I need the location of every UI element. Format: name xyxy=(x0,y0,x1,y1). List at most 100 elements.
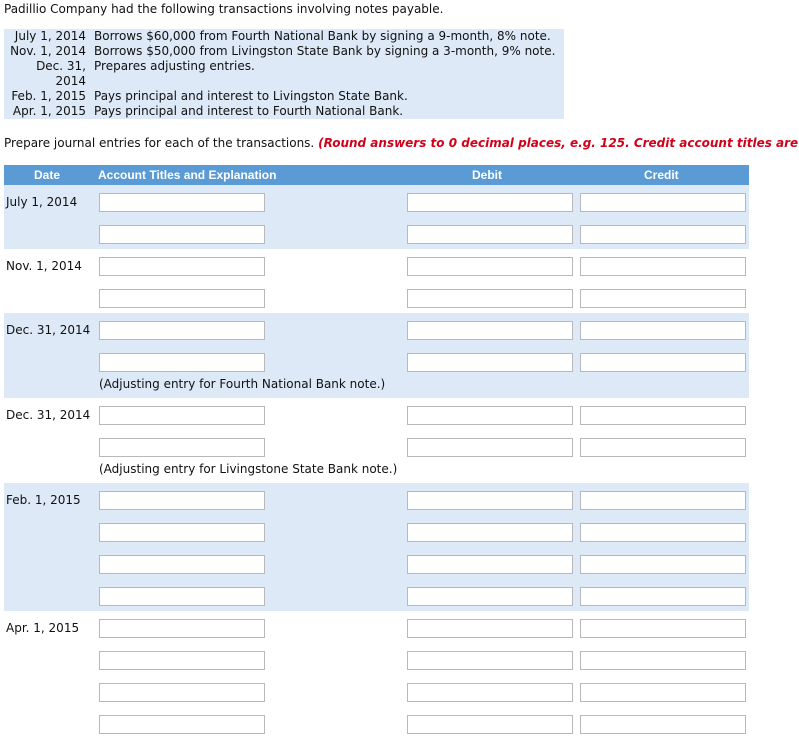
credit-input[interactable] xyxy=(580,491,746,510)
debit-input[interactable] xyxy=(407,289,573,308)
journal-line xyxy=(4,643,749,675)
credit-input[interactable] xyxy=(580,257,746,276)
header-date: Date xyxy=(34,168,61,182)
transaction-description xyxy=(94,74,564,89)
credit-input[interactable] xyxy=(580,555,746,574)
instructions: Prepare journal entries for each of the … xyxy=(4,136,798,150)
transaction-row: Feb. 1, 2015 Pays principal and interest … xyxy=(4,89,564,104)
header-debit: Debit xyxy=(472,168,502,182)
journal-entry-group: Feb. 1, 2015 xyxy=(4,483,749,611)
credit-input[interactable] xyxy=(580,438,746,457)
credit-input[interactable] xyxy=(580,353,746,372)
transaction-description: Borrows $50,000 from Livingston State Ba… xyxy=(94,44,556,58)
debit-input[interactable] xyxy=(407,683,573,702)
transaction-date: Feb. 1, 2015 xyxy=(11,89,86,103)
journal-entry-group: July 1, 2014 xyxy=(4,185,749,249)
instructions-text: Prepare journal entries for each of the … xyxy=(4,136,315,150)
debit-input[interactable] xyxy=(407,193,573,212)
debit-input[interactable] xyxy=(407,651,573,670)
credit-input[interactable] xyxy=(580,715,746,734)
debit-input[interactable] xyxy=(407,225,573,244)
journal-entry-table: Date Account Titles and Explanation Debi… xyxy=(4,165,749,739)
transaction-row: July 1, 2014 Borrows $60,000 from Fourth … xyxy=(4,29,564,44)
journal-entry-group: Apr. 1, 2015 xyxy=(4,611,749,739)
account-title-input[interactable] xyxy=(99,321,265,340)
debit-input[interactable] xyxy=(407,491,573,510)
credit-input[interactable] xyxy=(580,406,746,425)
transaction-description: Pays principal and interest to Fourth Na… xyxy=(94,104,404,118)
debit-input[interactable] xyxy=(407,321,573,340)
debit-input[interactable] xyxy=(407,353,573,372)
account-title-input[interactable] xyxy=(99,353,265,372)
transactions-list: July 1, 2014 Borrows $60,000 from Fourth … xyxy=(4,29,564,119)
journal-entry-group: Dec. 31, 2014 (Adjusting entry for Living… xyxy=(4,398,749,483)
credit-input[interactable] xyxy=(580,523,746,542)
journal-line xyxy=(4,611,749,643)
transaction-description: Pays principal and interest to Livingsto… xyxy=(94,89,408,103)
entry-explanation: (Adjusting entry for Livingstone State B… xyxy=(99,462,398,476)
debit-input[interactable] xyxy=(407,619,573,638)
account-title-input[interactable] xyxy=(99,289,265,308)
header-account-titles: Account Titles and Explanation xyxy=(98,168,277,182)
debit-input[interactable] xyxy=(407,523,573,542)
journal-line xyxy=(4,313,749,345)
journal-header-row: Date Account Titles and Explanation Debi… xyxy=(4,165,749,185)
instructions-rounding-note: (Round answers to 0 decimal places, e.g.… xyxy=(318,136,799,150)
account-title-input[interactable] xyxy=(99,715,265,734)
transaction-date: Apr. 1, 2015 xyxy=(12,104,86,118)
account-title-input[interactable] xyxy=(99,438,265,457)
account-title-input[interactable] xyxy=(99,406,265,425)
account-title-input[interactable] xyxy=(99,587,265,606)
debit-input[interactable] xyxy=(407,555,573,574)
entry-explanation-row: (Adjusting entry for Livingstone State B… xyxy=(4,462,749,483)
journal-line xyxy=(4,249,749,281)
journal-line xyxy=(4,281,749,313)
transaction-date: Nov. 1, 2014 xyxy=(10,44,86,58)
debit-input[interactable] xyxy=(407,257,573,276)
journal-line xyxy=(4,547,749,579)
credit-input[interactable] xyxy=(580,225,746,244)
account-title-input[interactable] xyxy=(99,523,265,542)
transaction-row: Dec. 31, Prepares adjusting entries. xyxy=(4,59,564,74)
account-title-input[interactable] xyxy=(99,683,265,702)
account-title-input[interactable] xyxy=(99,225,265,244)
journal-line xyxy=(4,185,749,217)
account-title-input[interactable] xyxy=(99,193,265,212)
account-title-input[interactable] xyxy=(99,555,265,574)
journal-groups: July 1, 2014 Nov. 1, 2014 Dec. 31, 2014 (Ad… xyxy=(4,185,749,739)
journal-line xyxy=(4,398,749,430)
account-title-input[interactable] xyxy=(99,257,265,276)
credit-input[interactable] xyxy=(580,651,746,670)
credit-input[interactable] xyxy=(580,193,746,212)
journal-line xyxy=(4,675,749,707)
journal-line xyxy=(4,707,749,739)
journal-entry-group: Nov. 1, 2014 xyxy=(4,249,749,313)
debit-input[interactable] xyxy=(407,438,573,457)
transaction-date: July 1, 2014 xyxy=(14,29,86,43)
account-title-input[interactable] xyxy=(99,619,265,638)
journal-line xyxy=(4,515,749,547)
journal-line xyxy=(4,345,749,377)
debit-input[interactable] xyxy=(407,715,573,734)
debit-input[interactable] xyxy=(407,406,573,425)
account-title-input[interactable] xyxy=(99,651,265,670)
transaction-row: 2014 xyxy=(4,74,564,89)
transaction-description: Prepares adjusting entries. xyxy=(94,59,255,73)
journal-entry-group: Dec. 31, 2014 (Adjusting entry for Fourth… xyxy=(4,313,749,398)
problem-intro: Padillio Company had the following trans… xyxy=(4,2,444,16)
debit-input[interactable] xyxy=(407,587,573,606)
credit-input[interactable] xyxy=(580,289,746,308)
journal-line xyxy=(4,579,749,611)
transaction-row: Nov. 1, 2014 Borrows $50,000 from Livings… xyxy=(4,44,564,59)
transaction-date: Dec. 31, xyxy=(36,59,86,73)
credit-input[interactable] xyxy=(580,587,746,606)
entry-explanation: (Adjusting entry for Fourth National Ban… xyxy=(99,377,386,391)
transaction-date: 2014 xyxy=(55,74,86,88)
journal-line xyxy=(4,483,749,515)
journal-line xyxy=(4,430,749,462)
account-title-input[interactable] xyxy=(99,491,265,510)
credit-input[interactable] xyxy=(580,619,746,638)
transaction-description: Borrows $60,000 from Fourth National Ban… xyxy=(94,29,551,43)
credit-input[interactable] xyxy=(580,683,746,702)
credit-input[interactable] xyxy=(580,321,746,340)
